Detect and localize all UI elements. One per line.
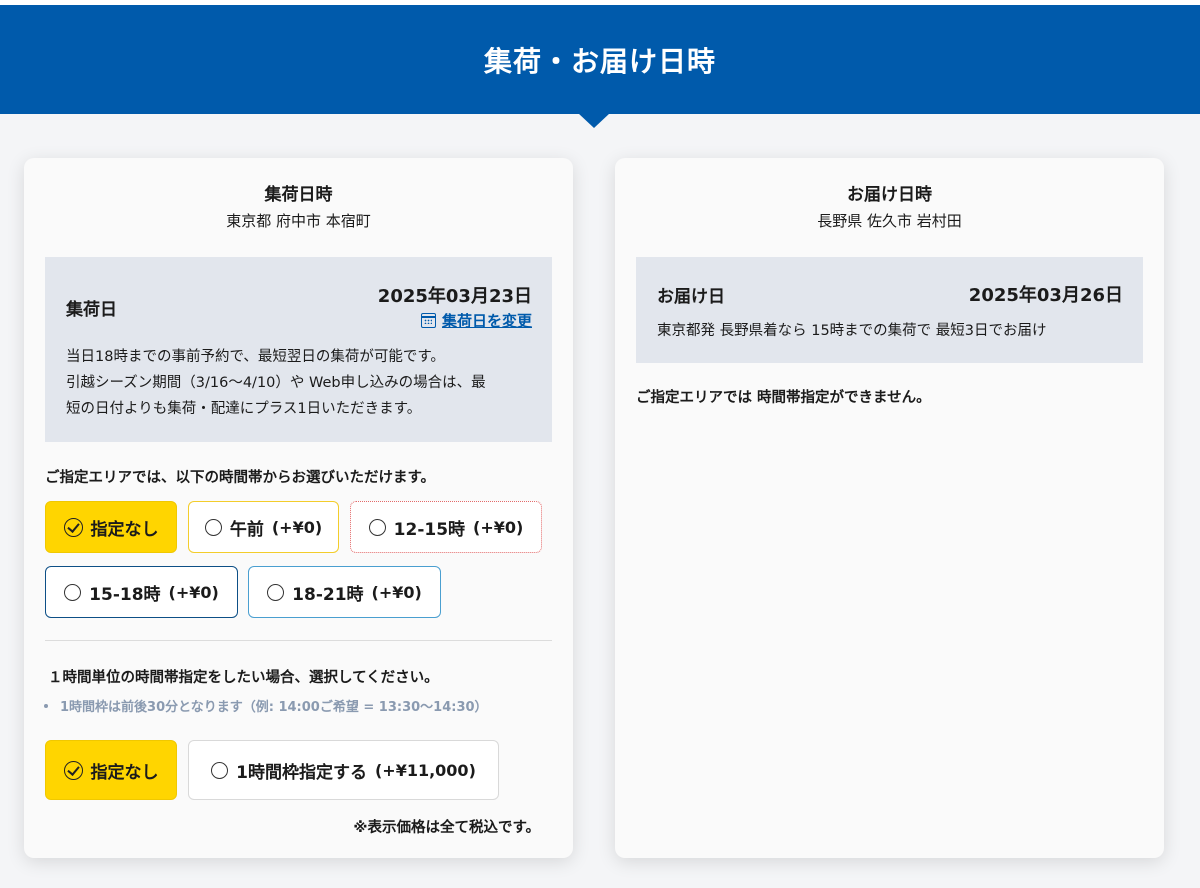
delivery-date-label: お届け日 — [657, 287, 725, 307]
radio-icon — [211, 761, 229, 779]
delivery-info-text: 東京都発 長野県着なら 15時までの集荷で 最短3日でお届け — [657, 323, 1047, 339]
time-option-label: 午前 — [229, 519, 264, 540]
pickup-info-line: 当日18時までの事前予約で、最短翌日の集荷が可能です。 — [66, 349, 445, 365]
time-option-label: 指定なし — [90, 519, 159, 540]
pickup-card: 集荷日時 東京都 府中市 本宿町 集荷日 2025年03月23日 集荷日を変更 … — [24, 158, 573, 858]
pickup-date-box: 集荷日 2025年03月23日 集荷日を変更 当日18時までの事前予約で、最短翌… — [45, 257, 552, 442]
pickup-info-line: 引越シーズン期間（3/16〜4/10）や Web申し込みの場合は、最 — [66, 375, 486, 391]
tax-note: ※表示価格は全て税込です。 — [353, 820, 540, 836]
check-circle-icon — [63, 517, 83, 537]
radio-icon — [64, 583, 82, 601]
time-option-label: 15-18時 — [89, 584, 161, 605]
radio-icon — [204, 518, 222, 536]
hourly-bullet-text: 1時間枠は前後30分となります（例: 14:00ご希望 = 13:30〜14:3… — [60, 700, 488, 715]
time-option-label: 12-15時 — [393, 519, 466, 540]
pickup-info-text: 当日18時までの事前予約で、最短翌日の集荷が可能です。 引越シーズン期間（3/1… — [66, 344, 536, 422]
change-pickup-date-label: 集荷日を変更 — [441, 312, 532, 330]
time-slot-note: ご指定エリアでは、以下の時間帯からお選びいただけます。 — [45, 470, 436, 486]
time-option-price: (+¥0) — [168, 582, 219, 602]
time-option-18-21[interactable]: 18-21時 (+¥0) — [248, 566, 441, 618]
hourly-option-specify[interactable]: 1時間枠指定する (+¥11,000) — [188, 740, 499, 800]
page-header: 集荷・お届け日時 — [0, 5, 1200, 114]
hourly-note: １時間単位の時間帯指定をしたい場合、選択してください。 — [48, 670, 439, 686]
delivery-date-box: お届け日 2025年03月26日 東京都発 長野県着なら 15時までの集荷で 最… — [636, 257, 1143, 363]
time-option-12-15[interactable]: 12-15時 (+¥0) — [350, 501, 542, 553]
time-option-price: (+¥0) — [473, 517, 524, 537]
delivery-card: お届け日時 長野県 佐久市 岩村田 お届け日 2025年03月26日 東京都発 … — [615, 158, 1164, 858]
hourly-option-none[interactable]: 指定なし — [45, 740, 177, 800]
time-option-price: (+¥0) — [371, 582, 422, 602]
hourly-bullet: 1時間枠は前後30分となります（例: 14:00ご希望 = 13:30〜14:3… — [44, 696, 488, 715]
hourly-option-label: 指定なし — [90, 762, 159, 783]
delivery-address: 長野県 佐久市 岩村田 — [817, 212, 962, 230]
time-option-morning[interactable]: 午前 (+¥0) — [188, 501, 339, 553]
bullet-dot — [44, 703, 48, 708]
pickup-date-value: 2025年03月23日 — [377, 286, 532, 307]
time-option-label: 18-21時 — [292, 584, 364, 605]
hourly-option-price: (+¥11,000) — [374, 760, 476, 780]
time-option-price: (+¥0) — [271, 517, 323, 537]
pickup-date-label: 集荷日 — [66, 300, 117, 320]
check-circle-icon — [63, 760, 83, 780]
calendar-icon — [420, 313, 436, 328]
delivery-title: お届け日時 — [847, 185, 932, 205]
delivery-time-note: ご指定エリアでは 時間帯指定ができません。 — [636, 390, 931, 406]
delivery-date-value: 2025年03月26日 — [968, 285, 1123, 306]
radio-icon — [368, 518, 386, 536]
pickup-info-line: 短の日付よりも集荷・配達にプラス1日いただきます。 — [66, 401, 422, 417]
page-title: 集荷・お届け日時 — [483, 44, 716, 78]
time-option-none[interactable]: 指定なし — [45, 501, 177, 553]
header-arrow — [578, 113, 610, 128]
change-pickup-date-link[interactable]: 集荷日を変更 — [420, 310, 532, 331]
divider — [45, 640, 552, 641]
radio-icon — [267, 583, 285, 601]
hourly-option-label: 1時間枠指定する — [236, 762, 367, 783]
pickup-address: 東京都 府中市 本宿町 — [226, 212, 371, 230]
pickup-title: 集荷日時 — [264, 185, 333, 205]
time-option-15-18[interactable]: 15-18時 (+¥0) — [45, 566, 238, 618]
